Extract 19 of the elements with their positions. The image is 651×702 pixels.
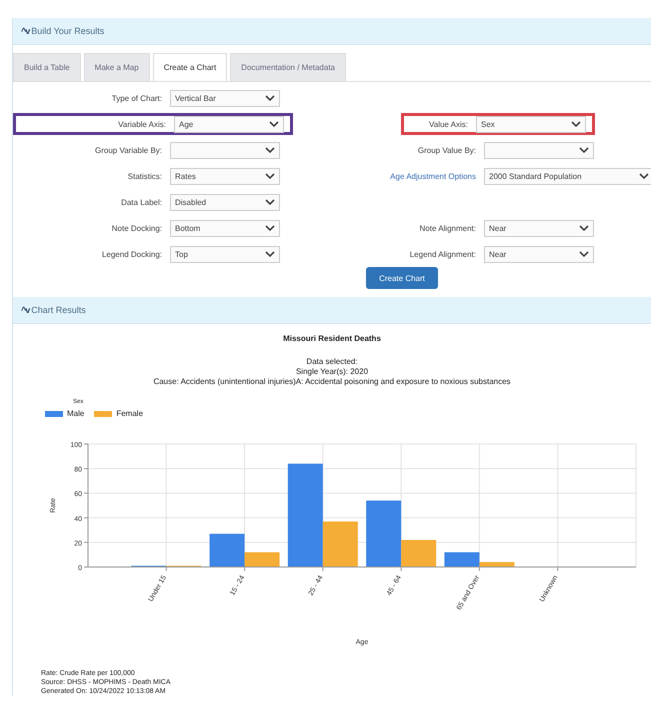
section-title: Build Your Results <box>31 26 104 36</box>
legend-label: Female <box>116 409 144 418</box>
field-label: Group Value By: <box>416 146 476 154</box>
field-label: Group Variable By: <box>94 146 162 154</box>
field-label: Data Label: <box>120 198 162 206</box>
field-label: Legend Alignment: <box>408 250 476 258</box>
chart-subtitle: Cause: Accidents (unintentional injuries)A: Accidental poisoning and exposure to noxious substances <box>153 377 511 387</box>
field-label: Variable Axis: <box>117 120 166 128</box>
field-label: Value Axis: <box>428 120 468 128</box>
section-title: Chart Results <box>31 305 86 315</box>
field-label: Legend Docking: <box>100 250 162 258</box>
chart-title: Missouri Resident Deaths <box>283 334 381 343</box>
field-label: Statistics: <box>126 172 162 180</box>
legend-label: Male <box>67 409 84 418</box>
chart-subtitle: Single Year(s): 2020 <box>296 367 368 377</box>
chart-subtitle: Data selected: <box>306 357 358 367</box>
field-label: Type of Chart: <box>110 94 162 102</box>
field-label: Note Docking: <box>110 224 162 232</box>
field-label: Note Alignment: <box>418 224 476 232</box>
